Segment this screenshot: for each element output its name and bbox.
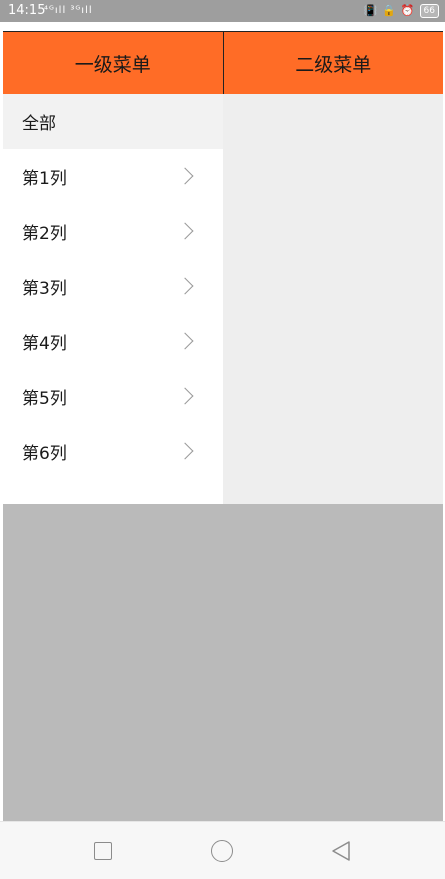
chevron-right-icon (176, 167, 194, 184)
alarm-icon: ⏰ (400, 4, 415, 17)
dim-overlay[interactable] (3, 504, 443, 822)
circle-icon[interactable] (211, 840, 233, 862)
status-icons: 📳 🔒 ⏰ 66 (363, 0, 439, 22)
signal-icons: ⁴ᴳıll ³ᴳıll (44, 5, 93, 16)
menu-item[interactable]: 第5列 (3, 369, 223, 424)
level-two-list (223, 94, 443, 504)
navigation-bar (0, 821, 445, 879)
status-time: 14:15 (8, 3, 46, 18)
menu-item[interactable]: 第3列 (3, 259, 223, 314)
menu-item-label: 第2列 (22, 224, 67, 244)
menu-item-label: 第1列 (22, 169, 67, 189)
menu-item[interactable]: 第1列 (3, 149, 223, 204)
tab-level-one-menu[interactable]: 一级菜单 (3, 32, 224, 94)
menu-tabs: 一级菜单 二级菜单 (3, 31, 443, 95)
menu-item-label: 第3列 (22, 279, 67, 299)
level-one-list: 全部 第1列 第2列 第3列 第4列 第5列 第6列 (3, 94, 223, 504)
battery-icon: 66 (419, 4, 439, 18)
triangle-back-icon[interactable] (331, 840, 351, 862)
chevron-right-icon (176, 332, 194, 349)
chevron-right-icon (176, 277, 194, 294)
menu-item-label: 第6列 (22, 444, 67, 464)
square-icon[interactable] (94, 842, 112, 860)
menu-item-label: 第4列 (22, 334, 67, 354)
chevron-right-icon (176, 222, 194, 239)
menu-item[interactable]: 第2列 (3, 204, 223, 259)
lock-icon: 🔒 (382, 4, 396, 17)
menu-item-label: 第5列 (22, 389, 67, 409)
vibrate-icon: 📳 (363, 4, 378, 17)
frame-top (0, 22, 445, 31)
menu-item[interactable]: 第6列 (3, 424, 223, 479)
status-bar: 14:15 ⁴ᴳıll ³ᴳıll 📳 🔒 ⏰ 66 (0, 0, 445, 22)
screen: 14:15 ⁴ᴳıll ³ᴳıll 📳 🔒 ⏰ 66 一级菜单 二级菜单 全部 … (0, 0, 445, 879)
menu-item-all[interactable]: 全部 (3, 94, 223, 149)
chevron-right-icon (176, 442, 194, 459)
chevron-right-icon (176, 387, 194, 404)
tab-level-two-menu[interactable]: 二级菜单 (224, 32, 444, 94)
menu-item[interactable]: 第4列 (3, 314, 223, 369)
